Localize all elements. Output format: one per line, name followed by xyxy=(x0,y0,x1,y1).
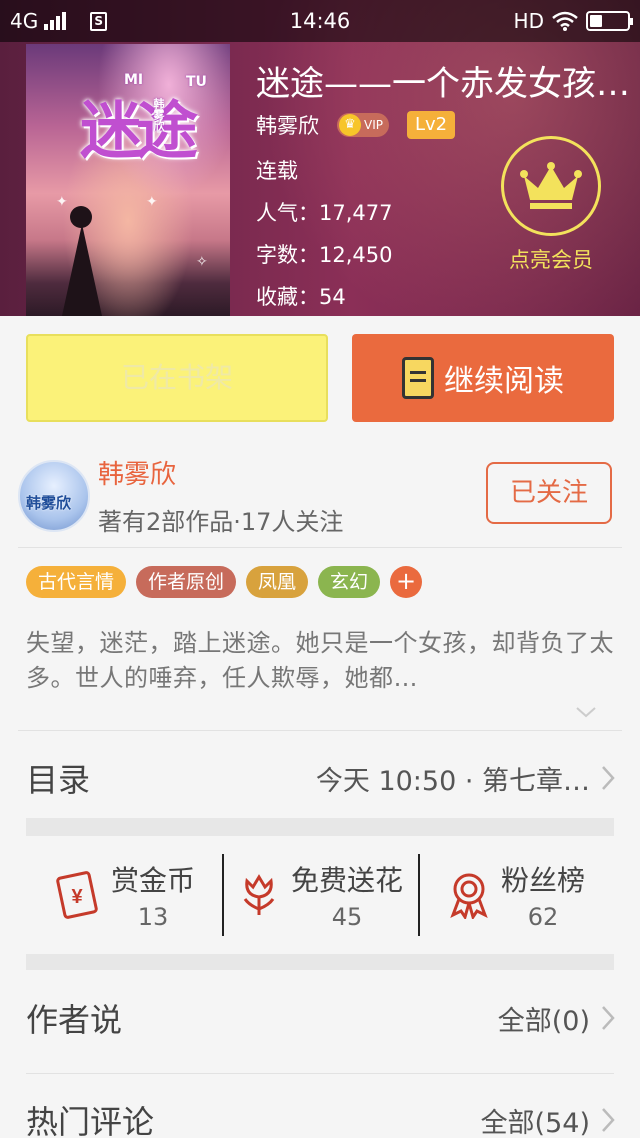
crown-icon: ♛ xyxy=(339,114,361,136)
section-gap xyxy=(26,954,614,970)
reward-envelope-icon: ¥ xyxy=(56,871,98,919)
chevron-right-icon xyxy=(602,766,615,790)
stat-label: 粉丝榜 xyxy=(500,864,585,897)
vip-badge: ♛ VIP xyxy=(337,113,389,137)
tag[interactable]: 古代言情 xyxy=(26,566,127,598)
member-label: 点亮会员 xyxy=(509,248,593,272)
catalog-title: 目录 xyxy=(26,761,91,799)
favorites-count: 收藏：54 xyxy=(256,285,346,309)
author-summary: 著有2部作品·17人关注 xyxy=(98,508,344,536)
avatar[interactable]: 韩雾欣 xyxy=(18,460,90,532)
book-cover[interactable]: MI TU 迷途 韩雾欣 ✦ ✦ ✧ xyxy=(26,44,230,316)
cover-figure xyxy=(60,206,104,316)
tag[interactable]: 凤凰 xyxy=(246,566,309,598)
in-shelf-button[interactable]: 已在书架 xyxy=(26,334,328,422)
author-says-count: 全部(0) xyxy=(498,999,616,1038)
hot-comments-title: 热门评论 xyxy=(26,1103,155,1138)
tag[interactable]: 作者原创 xyxy=(136,566,237,598)
chevron-right-icon xyxy=(602,1108,615,1132)
stat-label: 免费送花 xyxy=(290,864,403,897)
medal-icon xyxy=(450,873,488,919)
stats-bar: ¥ 赏金币 13 免费送花 45 粉丝榜 62 xyxy=(26,836,614,954)
author-says-title: 作者说 xyxy=(26,1001,123,1039)
status-bar: 4G S 14:46 HD xyxy=(0,0,640,42)
stat-value: 13 xyxy=(137,903,169,931)
chevron-right-icon xyxy=(602,1006,615,1030)
continue-reading-label: 继续阅读 xyxy=(444,364,564,399)
flower-icon xyxy=(243,874,275,915)
tag[interactable]: 玄幻 xyxy=(318,566,381,598)
hot-comments-row[interactable]: 热门评论 全部(54) xyxy=(26,1090,616,1138)
author-card[interactable]: 韩雾欣 韩雾欣 著有2部作品·17人关注 已关注 xyxy=(0,440,640,548)
add-tag-icon[interactable]: + xyxy=(390,566,423,598)
stat-value: 62 xyxy=(527,903,559,931)
serial-status: 连载 xyxy=(256,159,298,183)
fan-ranking-button[interactable]: 粉丝榜 62 xyxy=(418,836,614,954)
catalog-row[interactable]: 目录 今天 10:50 · 第七章… xyxy=(26,748,616,808)
divider xyxy=(26,1073,614,1074)
stat-value: 45 xyxy=(331,903,363,931)
section-gap xyxy=(26,818,614,836)
continue-reading-button[interactable]: 继续阅读 xyxy=(352,334,614,422)
header-author-name[interactable]: 韩雾欣 xyxy=(256,110,319,140)
book-icon xyxy=(402,357,434,399)
star-icon: ✦ xyxy=(146,194,158,210)
star-icon: ✧ xyxy=(196,254,208,270)
reward-coins-button[interactable]: ¥ 赏金币 13 xyxy=(26,836,222,954)
cover-title: 迷途 xyxy=(80,94,198,167)
level-badge: Lv2 xyxy=(406,111,456,139)
chevron-down-icon[interactable] xyxy=(574,700,598,724)
divider xyxy=(18,730,622,731)
author-says-row[interactable]: 作者说 全部(0) xyxy=(26,986,616,1050)
header-author-row: 韩雾欣 ♛ VIP Lv2 xyxy=(256,110,456,140)
battery-icon xyxy=(586,11,633,31)
follow-button[interactable]: 已关注 xyxy=(486,462,612,524)
hot-comments-count: 全部(54) xyxy=(481,1101,616,1138)
popularity: 人气：17,477 xyxy=(256,201,393,225)
status-time: 14:46 xyxy=(289,9,351,33)
book-header: 4G S 14:46 HD MI TU 迷途 韩雾欣 ✦ ✦ ✧ 迷途——一个赤… xyxy=(0,0,640,316)
book-title: 迷途——一个赤发女孩… xyxy=(256,64,630,104)
free-flowers-button[interactable]: 免费送花 45 xyxy=(222,836,418,954)
member-button[interactable]: 点亮会员 xyxy=(496,136,606,274)
divider xyxy=(18,547,622,548)
cover-author: 韩雾欣 xyxy=(152,98,165,131)
tag-list: 古代言情 作者原创 凤凰 玄幻 + xyxy=(26,566,423,598)
catalog-latest-chapter: 今天 10:50 · 第七章… xyxy=(316,759,616,798)
svg-text:¥: ¥ xyxy=(71,886,83,908)
crown-icon xyxy=(501,136,601,236)
word-count: 字数：12,450 xyxy=(256,243,393,267)
stat-label: 赏金币 xyxy=(110,864,195,897)
synopsis[interactable]: 失望，迷茫，踏上迷途。她只是一个女孩，却背负了太多。世人的唾弃，任人欺辱，她都… xyxy=(26,626,616,696)
author-name[interactable]: 韩雾欣 xyxy=(98,454,176,491)
